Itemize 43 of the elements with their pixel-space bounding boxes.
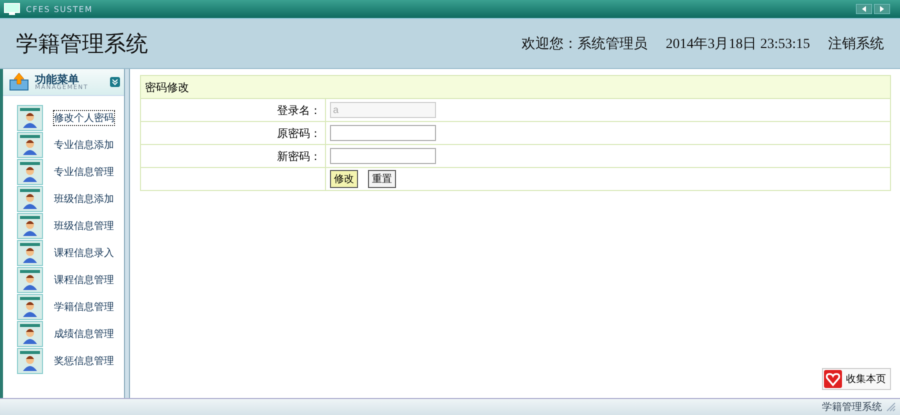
- menu-item[interactable]: 学籍信息管理: [53, 299, 115, 315]
- user-card-icon: [17, 348, 43, 374]
- input-field[interactable]: [330, 148, 436, 164]
- menu-item[interactable]: 课程信息管理: [53, 272, 115, 288]
- collapse-icon[interactable]: [110, 77, 120, 87]
- field-label: 原密码：: [277, 126, 321, 140]
- user-card-icon: [17, 159, 43, 185]
- user-card-icon: [17, 321, 43, 347]
- window-title: CFES SUSTEM: [26, 4, 93, 14]
- menu-item[interactable]: 专业信息管理: [53, 164, 115, 180]
- input-field[interactable]: [330, 125, 436, 141]
- field-label: 登录名：: [277, 104, 321, 116]
- app-title: 学籍管理系统: [16, 30, 148, 58]
- next-icon[interactable]: [874, 4, 890, 14]
- menu-title: 功能菜单: [35, 74, 79, 84]
- menu-item[interactable]: 班级信息添加: [53, 191, 115, 207]
- menu-item[interactable]: 奖惩信息管理: [53, 353, 115, 369]
- logout-link[interactable]: 注销系统: [828, 34, 884, 52]
- user-card-icon: [17, 267, 43, 293]
- menu-item[interactable]: 专业信息添加: [53, 137, 115, 153]
- menu-item[interactable]: 班级信息管理: [53, 218, 115, 234]
- previous-icon[interactable]: [856, 4, 872, 14]
- heart-icon: [824, 370, 842, 388]
- menu-item[interactable]: 课程信息录入: [53, 245, 115, 261]
- bookmark-button[interactable]: 收集本页: [822, 368, 891, 390]
- resize-grip-icon: [886, 402, 896, 412]
- upload-icon: [9, 73, 29, 91]
- form-title: 密码修改: [145, 80, 189, 94]
- user-card-icon: [17, 105, 43, 131]
- user-card-icon: [17, 213, 43, 239]
- date-time: 2014年3月18日 23:53:15: [666, 36, 810, 52]
- user-card-icon: [17, 186, 43, 212]
- monitor-icon: [4, 3, 20, 15]
- user-card-icon: [17, 132, 43, 158]
- user-card-icon: [17, 294, 43, 320]
- menu-item[interactable]: 修改个人密码: [53, 110, 115, 126]
- field-label: 新密码：: [277, 150, 321, 162]
- welcome-text: 欢迎您：系统管理员: [522, 35, 648, 52]
- form-button[interactable]: 修改: [330, 170, 358, 188]
- user-card-icon: [17, 240, 43, 266]
- menu-item[interactable]: 成绩信息管理: [53, 326, 115, 342]
- status-text: 学籍管理系统: [822, 400, 882, 414]
- form-button[interactable]: 重置: [368, 170, 396, 188]
